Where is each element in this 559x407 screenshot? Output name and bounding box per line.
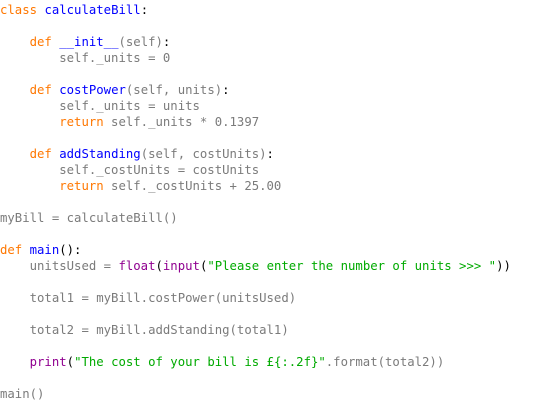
punctuation: ( [155, 259, 163, 273]
punctuation: : [140, 3, 149, 17]
keyword: return [59, 115, 104, 129]
builtin-float: float [118, 259, 156, 273]
code-line-def-main[interactable]: def main(): [0, 242, 81, 258]
code-line-def-init[interactable]: def __init__(self): [0, 34, 171, 50]
code-line-print[interactable]: print("The cost of your bill is £{:.2f}"… [0, 354, 445, 370]
punctuation: : [222, 83, 230, 97]
code-line-addstanding-assign[interactable]: self._costUnits = costUnits [0, 162, 259, 178]
statement: main() [0, 387, 45, 401]
statement: myBill = calculateBill() [0, 211, 178, 225]
function-name: main [29, 243, 60, 257]
function-name: __init__ [59, 35, 119, 49]
code-line-total1[interactable]: total1 = myBill.costPower(unitsUsed) [0, 290, 297, 306]
code-line-def-addstanding[interactable]: def addStanding(self, costUnits): [0, 146, 274, 162]
class-name: calculateBill [44, 3, 141, 17]
code-line-costpower-assign[interactable]: self._units = units [0, 98, 200, 114]
string-literal: "Please enter the number of units >>> " [207, 259, 497, 273]
builtin-input: input [162, 259, 200, 273]
keyword: def [29, 147, 52, 161]
statement: total1 = myBill.costPower(unitsUsed) [29, 291, 297, 305]
function-name: addStanding [59, 147, 141, 161]
parameters: (self, units) [125, 83, 223, 97]
code-line-def-costpower[interactable]: def costPower(self, units): [0, 82, 230, 98]
keyword: def [0, 243, 23, 257]
code-line-costpower-return[interactable]: return self._units * 0.1397 [0, 114, 259, 130]
punctuation: : [162, 35, 171, 49]
parameters: (self, costUnits) [140, 147, 267, 161]
keyword: def [29, 35, 52, 49]
code-line-units-input[interactable]: unitsUsed = float(input("Please enter th… [0, 258, 511, 274]
keyword: return [59, 179, 104, 193]
code-line-class[interactable]: class calculateBill: [0, 2, 148, 18]
statement: self._units * 0.1397 [103, 115, 260, 129]
statement: self._costUnits = costUnits [59, 163, 260, 177]
statement: total2 = myBill.addStanding(total1) [29, 323, 289, 337]
punctuation: (): [59, 243, 82, 257]
string-literal: "The cost of your bill is £{:.2f}" [74, 355, 326, 369]
parameters: (self) [118, 35, 163, 49]
code-line-mybill[interactable]: myBill = calculateBill() [0, 210, 178, 226]
statement: self._units = units [59, 99, 200, 113]
punctuation: : [266, 147, 274, 161]
code-line-total2[interactable]: total2 = myBill.addStanding(total1) [0, 322, 289, 338]
punctuation: )) [496, 259, 511, 273]
statement: unitsUsed = [29, 259, 119, 273]
keyword: def [29, 83, 52, 97]
statement: .format(total2)) [325, 355, 445, 369]
function-name: costPower [59, 83, 126, 97]
punctuation: ( [66, 355, 75, 369]
statement: self._costUnits + 25.00 [103, 179, 282, 193]
code-editor[interactable]: class calculateBill: def __init__(self):… [0, 0, 559, 407]
builtin-print: print [29, 355, 67, 369]
statement: self._units = 0 [59, 51, 171, 65]
code-line-addstanding-return[interactable]: return self._costUnits + 25.00 [0, 178, 281, 194]
code-line-init-body[interactable]: self._units = 0 [0, 50, 170, 66]
keyword: class [0, 3, 38, 17]
code-line-main-call[interactable]: main() [0, 386, 44, 402]
